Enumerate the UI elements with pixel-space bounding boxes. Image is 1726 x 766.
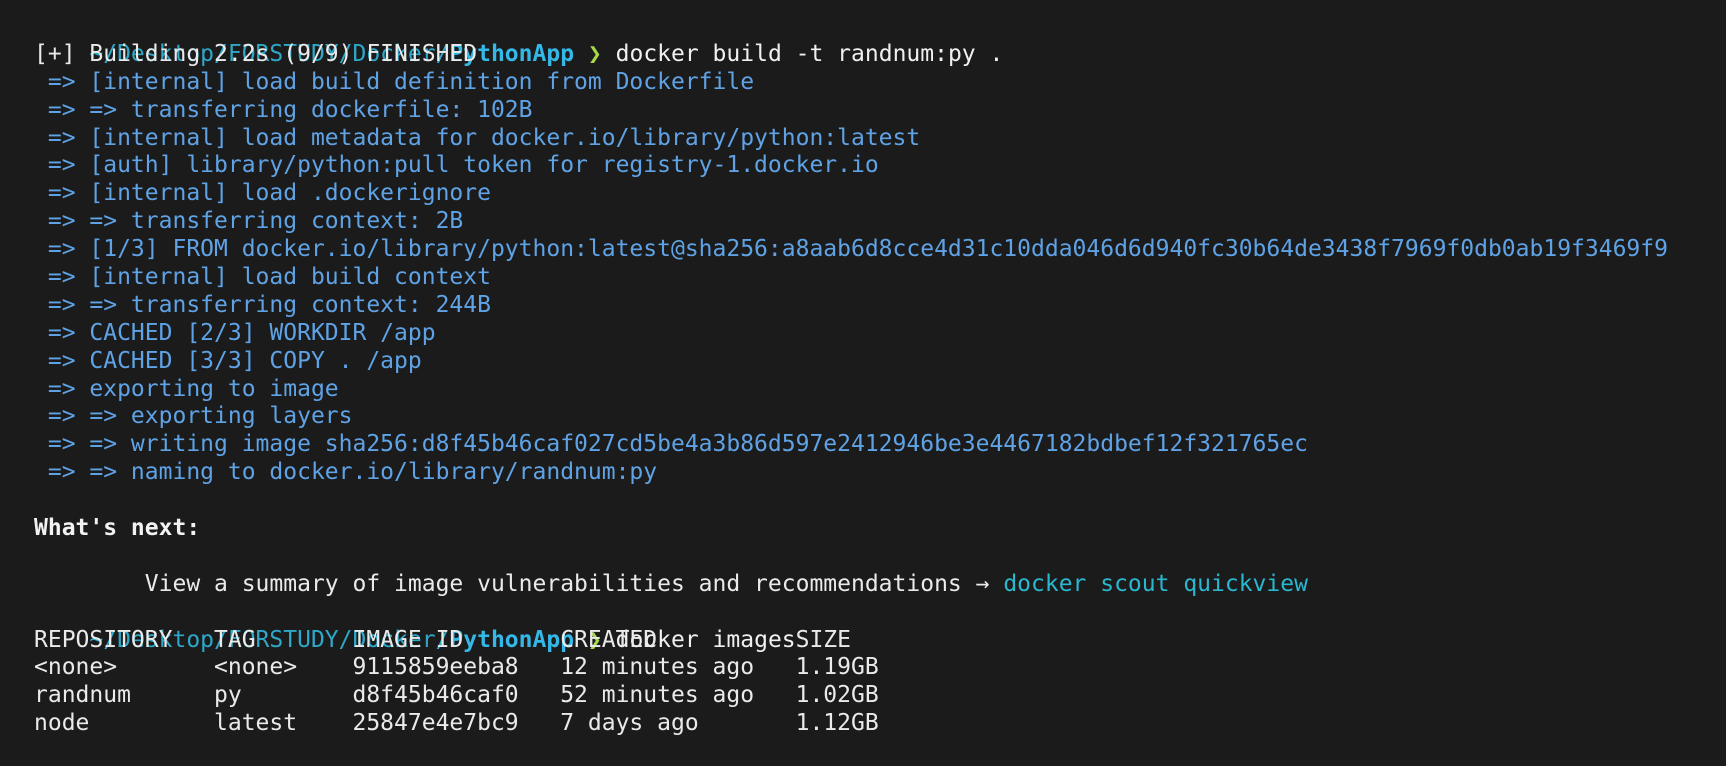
- prompt-line-images: ~/Desktop/FORSTUDY/Docker/PythonApp ❯ do…: [34, 599, 1726, 653]
- docker-scout-command-link[interactable]: docker scout quickview: [1003, 571, 1308, 597]
- table-row: randnum py d8f45b46caf0 52 minutes ago 1…: [34, 682, 879, 709]
- build-step: => [internal] load metadata for docker.i…: [34, 124, 921, 151]
- images-table-header: REPOSITORY TAG IMAGE ID CREATED SIZE: [34, 626, 851, 653]
- build-step: => exporting to image: [34, 375, 339, 402]
- build-step: => => transferring context: 244B: [34, 291, 491, 318]
- table-row: <none> <none> 9115859eeba8 12 minutes ag…: [34, 654, 879, 681]
- prompt-line-build: ~/Desktop/FORSTUDY/Docker/PythonApp ❯ do…: [34, 13, 1726, 67]
- build-step: => => transferring context: 2B: [34, 208, 464, 235]
- whats-next-title: What's next:: [34, 515, 201, 542]
- build-step: => CACHED [2/3] WORKDIR /app: [34, 319, 436, 346]
- build-step: => CACHED [3/3] COPY . /app: [34, 347, 422, 374]
- terminal-window[interactable]: ~/Desktop/FORSTUDY/Docker/PythonApp ❯ do…: [0, 0, 1726, 766]
- build-step: => => transferring dockerfile: 102B: [34, 96, 533, 123]
- build-step: => [1/3] FROM docker.io/library/python:l…: [34, 236, 1668, 263]
- table-row: node latest 25847e4e7bc9 7 days ago 1.12…: [34, 710, 879, 737]
- build-step: => => exporting layers: [34, 403, 353, 430]
- build-step: => [internal] load build context: [34, 264, 491, 291]
- command-text: docker build -t randnum:py .: [615, 40, 1004, 67]
- whats-next-text: View a summary of image vulnerabilities …: [89, 570, 1004, 597]
- build-step: => => naming to docker.io/library/randnu…: [34, 459, 658, 486]
- prompt-arrow-icon: ❯: [587, 40, 602, 67]
- build-step: => [internal] load build definition from…: [34, 68, 755, 95]
- build-step: => [auth] library/python:pull token for …: [34, 152, 879, 179]
- whats-next-line: View a summary of image vulnerabilities …: [34, 543, 1726, 597]
- build-step: => [internal] load .dockerignore: [34, 180, 491, 207]
- build-step: => => writing image sha256:d8f45b46caf02…: [34, 431, 1308, 458]
